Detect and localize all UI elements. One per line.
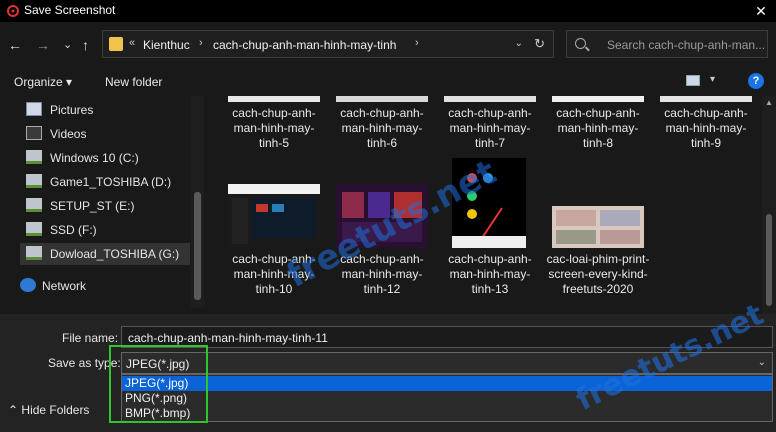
navigation-pane: Pictures Videos Windows 10 (C:) Game1_TO… xyxy=(0,96,205,314)
file-item[interactable]: cac-loai-phim-print-screen-every-kind-fr… xyxy=(546,252,650,297)
new-folder-button[interactable]: New folder xyxy=(105,75,162,89)
drive-icon xyxy=(26,198,42,212)
sidebar-item-videos[interactable]: Videos xyxy=(26,123,198,145)
sidebar-item-label: Pictures xyxy=(50,103,94,117)
file-thumbnail xyxy=(552,206,644,248)
file-item[interactable]: cach-chup-anh-man-hinh-may-tinh-10 xyxy=(222,252,326,297)
sidebar-item-drive-d[interactable]: Game1_TOSHIBA (D:) xyxy=(26,171,198,193)
file-name: cac-loai-phim-print-screen-every-kind-fr… xyxy=(546,252,650,296)
option-bmp[interactable]: BMP(*.bmp) xyxy=(122,406,772,421)
file-thumbnail xyxy=(336,96,428,102)
recent-locations-button[interactable]: ⌄ xyxy=(63,37,72,53)
file-thumbnail xyxy=(228,184,320,248)
chevron-down-icon[interactable]: ⌄ xyxy=(515,38,523,49)
breadcrumb-overflow[interactable]: « xyxy=(129,37,135,49)
sidebar-item-label: Game1_TOSHIBA (D:) xyxy=(50,175,172,189)
sidebar-item-drive-g[interactable]: Dowload_TOSHIBA (G:) xyxy=(20,243,190,265)
file-thumbnail xyxy=(660,96,752,102)
chevron-down-icon[interactable]: ⌄ xyxy=(758,357,766,368)
highlight-box xyxy=(109,345,208,423)
title-bar: Save Screenshot ✕ xyxy=(0,0,776,22)
file-item[interactable]: cach-chup-anh-man-hinh-may-tinh-13 xyxy=(438,252,542,297)
sidebar-item-label: Network xyxy=(42,279,87,293)
file-name: cach-chup-anh-man-hinh-may-tinh-5 xyxy=(232,106,316,150)
sidebar-item-drive-f[interactable]: SSD (F:) xyxy=(26,219,198,241)
file-item[interactable]: cach-chup-anh-man-hinh-may-tinh-8 xyxy=(546,106,650,151)
forward-button[interactable]: → xyxy=(36,37,50,53)
search-box[interactable]: Search cach-chup-anh-man... xyxy=(566,30,768,58)
sidebar-scrollbar[interactable] xyxy=(191,96,204,308)
save-type-select[interactable]: JPEG(*.jpg) ⌄ xyxy=(121,352,773,374)
file-item[interactable]: cach-chup-anh-man-hinh-may-tinh-7 xyxy=(438,106,542,151)
file-name: cach-chup-anh-man-hinh-may-tinh-8 xyxy=(556,106,640,150)
file-item[interactable]: cach-chup-anh-man-hinh-may-tinh-12 xyxy=(330,252,434,297)
scrollbar-thumb[interactable] xyxy=(766,214,772,306)
file-name-label: File name: xyxy=(62,331,119,345)
file-thumbnail xyxy=(228,96,320,102)
file-list-scrollbar[interactable] xyxy=(762,96,776,314)
sidebar-item-label: Windows 10 (C:) xyxy=(50,151,139,165)
file-name: cach-chup-anh-man-hinh-may-tinh-12 xyxy=(340,252,424,296)
app-icon xyxy=(7,5,19,17)
file-name: cach-chup-anh-man-hinh-may-tinh-9 xyxy=(664,106,748,150)
chevron-down-icon[interactable]: ▾ xyxy=(710,74,715,85)
chevron-right-icon: › xyxy=(415,37,419,49)
file-name: cach-chup-anh-man-hinh-may-tinh-10 xyxy=(232,252,316,296)
sidebar-item-drive-c[interactable]: Windows 10 (C:) xyxy=(26,147,198,169)
file-thumbnail xyxy=(336,184,428,248)
hide-folders-button[interactable]: ⌃ Hide Folders xyxy=(8,403,89,417)
sidebar-item-network[interactable]: Network xyxy=(20,275,192,297)
sidebar-item-label: Videos xyxy=(50,127,87,141)
file-thumbnail xyxy=(552,96,644,102)
back-button[interactable]: ← xyxy=(8,37,22,53)
file-thumbnail xyxy=(452,158,526,248)
window-title: Save Screenshot xyxy=(24,3,116,17)
network-icon xyxy=(20,278,36,292)
file-item[interactable]: cach-chup-anh-man-hinh-may-tinh-6 xyxy=(330,106,434,151)
file-item[interactable]: cach-chup-anh-man-hinh-may-tinh-9 xyxy=(654,106,758,151)
hide-folders-label: Hide Folders xyxy=(21,403,90,417)
file-name: cach-chup-anh-man-hinh-may-tinh-6 xyxy=(340,106,424,150)
drive-icon xyxy=(26,174,42,188)
sidebar-item-pictures[interactable]: Pictures xyxy=(26,99,198,121)
sidebar-item-label: Dowload_TOSHIBA (G:) xyxy=(50,247,180,261)
sidebar-item-label: SETUP_ST (E:) xyxy=(50,199,135,213)
file-thumbnail xyxy=(444,96,536,102)
search-input[interactable]: Search cach-chup-anh-man... xyxy=(607,38,765,52)
file-list: cach-chup-anh-man-hinh-may-tinh-5 cach-c… xyxy=(210,96,762,314)
close-button[interactable]: ✕ xyxy=(746,0,776,22)
scroll-up-icon[interactable]: ▲ xyxy=(765,98,773,107)
file-name-value: cach-chup-anh-man-hinh-may-tinh-11 xyxy=(128,331,328,345)
chevron-right-icon: › xyxy=(199,37,203,49)
drive-icon xyxy=(26,150,42,164)
drive-icon xyxy=(26,222,42,236)
sidebar-item-label: SSD (F:) xyxy=(50,223,97,237)
organize-button[interactable]: Organize ▾ xyxy=(14,75,72,89)
view-options-icon[interactable] xyxy=(686,75,700,86)
file-item[interactable]: cach-chup-anh-man-hinh-may-tinh-5 xyxy=(222,106,326,151)
breadcrumb-current-folder[interactable]: cach-chup-anh-man-hinh-may-tinh xyxy=(213,38,396,52)
command-bar: Organize ▾ New folder xyxy=(0,68,776,96)
pictures-icon xyxy=(26,102,42,116)
folder-icon xyxy=(109,37,123,51)
refresh-icon[interactable]: ↻ xyxy=(534,36,545,52)
help-button[interactable]: ? xyxy=(748,73,764,89)
save-type-dropdown: JPEG(*.jpg) PNG(*.png) BMP(*.bmp) xyxy=(121,374,773,422)
address-bar[interactable]: « Kienthuc › cach-chup-anh-man-hinh-may-… xyxy=(102,30,554,58)
file-name: cach-chup-anh-man-hinh-may-tinh-7 xyxy=(448,106,532,150)
sidebar-item-drive-e[interactable]: SETUP_ST (E:) xyxy=(26,195,198,217)
option-jpeg[interactable]: JPEG(*.jpg) xyxy=(122,376,772,391)
chevron-up-icon: ⌃ xyxy=(8,403,19,417)
scrollbar-thumb[interactable] xyxy=(194,192,201,300)
drive-icon xyxy=(26,246,42,260)
search-icon xyxy=(575,38,586,49)
breadcrumb-kienthuc[interactable]: Kienthuc xyxy=(143,38,190,52)
option-png[interactable]: PNG(*.png) xyxy=(122,391,772,406)
file-name: cach-chup-anh-man-hinh-may-tinh-13 xyxy=(448,252,532,296)
videos-icon xyxy=(26,126,42,140)
up-button[interactable]: ↑ xyxy=(82,37,89,53)
file-name-input[interactable]: cach-chup-anh-man-hinh-may-tinh-11 xyxy=(121,326,773,348)
